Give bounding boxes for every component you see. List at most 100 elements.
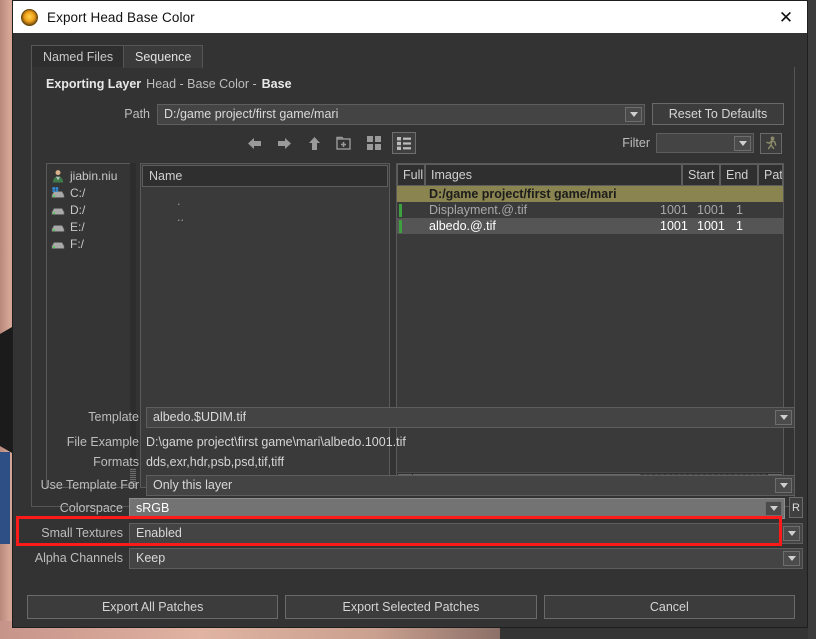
path-combo[interactable]: D:/game project/first game/mari — [157, 103, 645, 125]
place-label: C:/ — [70, 185, 86, 200]
colorspace-value: sRGB — [136, 501, 170, 515]
place-item-f[interactable]: F:/ — [51, 235, 135, 252]
exporting-layer-label: Exporting Layer — [46, 77, 142, 91]
column-images[interactable]: Images — [425, 164, 682, 186]
formats-row: Formats dds,exr,hdr,psb,psd,tif,tiff — [31, 453, 795, 471]
tab-bar: Named Files Sequence — [31, 45, 795, 68]
file-example-row: File Example D:\game project\first game\… — [31, 433, 795, 451]
row-image-name: albedo.@.tif — [429, 219, 496, 233]
use-template-for-value: Only this layer — [153, 478, 233, 492]
output-options: Colorspace sRGB R Small Textures Enabled… — [25, 497, 803, 587]
title-bar: Export Head Base Color ✕ — [13, 1, 807, 33]
row-end: 1001 — [697, 203, 725, 217]
export-all-patches-button[interactable]: Export All Patches — [27, 595, 279, 619]
list-view-icon[interactable] — [392, 132, 416, 154]
alpha-channels-label: Alpha Channels — [34, 551, 123, 565]
chevron-down-icon[interactable] — [783, 550, 800, 566]
place-item-user[interactable]: jiabin.niu — [51, 167, 135, 184]
filter-row: Filter — [622, 131, 782, 155]
file-example-label: File Example — [66, 435, 139, 449]
export-selected-patches-button[interactable]: Export Selected Patches — [285, 595, 537, 619]
alpha-channels-value: Keep — [136, 551, 166, 565]
back-icon[interactable] — [242, 132, 266, 154]
use-template-for-combo[interactable]: Only this layer — [146, 474, 795, 496]
images-group-row: D:/game project/first game/mari — [397, 186, 783, 202]
alpha-channels-combo[interactable]: Keep — [129, 547, 803, 569]
chevron-down-icon[interactable] — [775, 477, 792, 493]
colorspace-combo[interactable]: sRGB — [129, 497, 785, 519]
column-patch-count[interactable]: Patch Coun — [758, 164, 783, 186]
alpha-channels-row: Alpha Channels Keep — [25, 547, 803, 569]
small-textures-label: Small Textures — [41, 526, 123, 540]
mari-app-icon — [21, 8, 38, 26]
colorspace-label: Colorspace — [59, 501, 123, 515]
run-person-icon[interactable] — [760, 132, 782, 154]
path-value: D:/game project/first game/mari — [164, 107, 339, 121]
colorspace-reset-button[interactable]: R — [789, 497, 803, 518]
template-label: Template — [88, 410, 139, 424]
chevron-down-icon[interactable] — [765, 500, 782, 516]
file-example-value: D:\game project\first game\mari\albedo.1… — [146, 435, 406, 449]
place-item-d[interactable]: D:/ — [51, 201, 135, 218]
path-label: Path — [124, 107, 150, 121]
row-start: 1001 — [660, 219, 688, 233]
filter-label: Filter — [622, 136, 650, 150]
filter-combo[interactable] — [656, 133, 754, 153]
place-label: jiabin.niu — [70, 168, 118, 183]
column-end[interactable]: End — [720, 164, 758, 186]
list-item[interactable]: . — [141, 194, 389, 210]
template-row: Template albedo.$UDIM.tif — [31, 406, 795, 428]
reset-to-defaults-button[interactable]: Reset To Defaults — [652, 103, 784, 125]
exporting-layer-value-bold: Base — [261, 77, 292, 91]
sort-ascending-icon — [366, 171, 380, 182]
chevron-down-icon[interactable] — [775, 409, 792, 425]
file-list-header-name[interactable]: Name — [142, 165, 388, 187]
table-row[interactable]: albedo.@.tif 1001 1001 1 — [397, 218, 783, 234]
tab-sequence[interactable]: Sequence — [123, 45, 204, 68]
up-icon[interactable] — [302, 132, 326, 154]
table-row[interactable]: Displayment.@.tif 1001 1001 1 — [397, 202, 783, 218]
dialog-footer: Export All Patches Export Selected Patch… — [27, 595, 795, 619]
chevron-down-icon[interactable] — [625, 106, 642, 122]
chevron-down-icon[interactable] — [783, 525, 800, 541]
column-full[interactable]: Full — [397, 164, 425, 186]
file-list-header-label: Name — [149, 169, 183, 183]
small-textures-combo[interactable]: Enabled — [129, 522, 803, 544]
small-textures-row: Small Textures Enabled — [25, 522, 803, 544]
export-dialog: Export Head Base Color ✕ Named Files Seq… — [12, 0, 808, 628]
grid-view-icon[interactable] — [362, 132, 386, 154]
use-template-for-label: Use Template For — [40, 478, 139, 492]
close-icon[interactable]: ✕ — [771, 2, 801, 32]
window-title: Export Head Base Color — [47, 9, 195, 25]
exporting-layer-row: Exporting Layer Head - Base Color - Base — [46, 77, 292, 91]
formats-label: Formats — [93, 455, 139, 469]
row-end: 1001 — [697, 219, 725, 233]
place-item-e[interactable]: E:/ — [51, 218, 135, 235]
row-image-name: Displayment.@.tif — [429, 203, 528, 217]
tab-named-files[interactable]: Named Files — [31, 45, 126, 68]
row-patch-count: 1 — [736, 219, 743, 233]
place-label: E:/ — [70, 219, 85, 234]
backdrop-blue-panel — [0, 452, 10, 544]
chevron-down-icon[interactable] — [734, 136, 751, 151]
column-start[interactable]: Start — [682, 164, 720, 186]
colorspace-row: Colorspace sRGB R — [25, 497, 803, 519]
row-patch-count: 1 — [736, 203, 743, 217]
place-label: F:/ — [70, 236, 84, 251]
cancel-button[interactable]: Cancel — [543, 595, 795, 619]
place-item-c[interactable]: C:/ — [51, 184, 135, 201]
template-combo[interactable]: albedo.$UDIM.tif — [146, 406, 795, 428]
path-row: Path D:/game project/first game/mari Res… — [46, 103, 784, 125]
template-form: Template albedo.$UDIM.tif File Example D… — [31, 406, 795, 501]
row-start: 1001 — [660, 203, 688, 217]
backdrop-right-strip — [808, 0, 816, 639]
place-label: D:/ — [70, 202, 86, 217]
list-item[interactable]: .. — [141, 210, 389, 226]
images-table-header: Full Images Start End Patch Coun — [397, 164, 783, 186]
template-value: albedo.$UDIM.tif — [153, 410, 247, 424]
new-folder-icon[interactable] — [332, 132, 356, 154]
use-template-for-row: Use Template For Only this layer — [25, 474, 795, 496]
exporting-layer-value: Head - Base Color - — [146, 77, 257, 91]
file-nav-toolbar — [242, 131, 416, 155]
forward-icon[interactable] — [272, 132, 296, 154]
